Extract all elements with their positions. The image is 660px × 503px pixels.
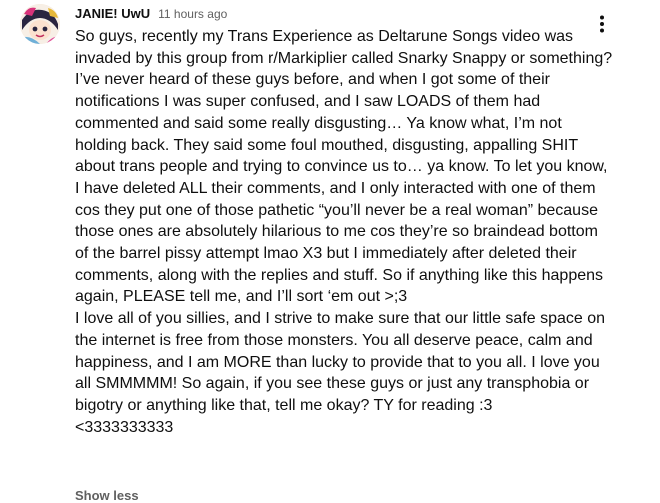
author-name[interactable]: JANIE! UwU	[75, 6, 150, 21]
avatar[interactable]	[20, 4, 60, 44]
comment-timestamp[interactable]: 11 hours ago	[158, 7, 227, 21]
comment-header: JANIE! UwU 11 hours ago	[75, 6, 227, 24]
comment-body: So guys, recently my Trans Experience as…	[75, 28, 613, 436]
avatar-image	[20, 4, 60, 44]
comment-thread: JANIE! UwU 11 hours ago So guys, recentl…	[0, 0, 660, 503]
show-less-button[interactable]: Show less	[75, 488, 139, 503]
